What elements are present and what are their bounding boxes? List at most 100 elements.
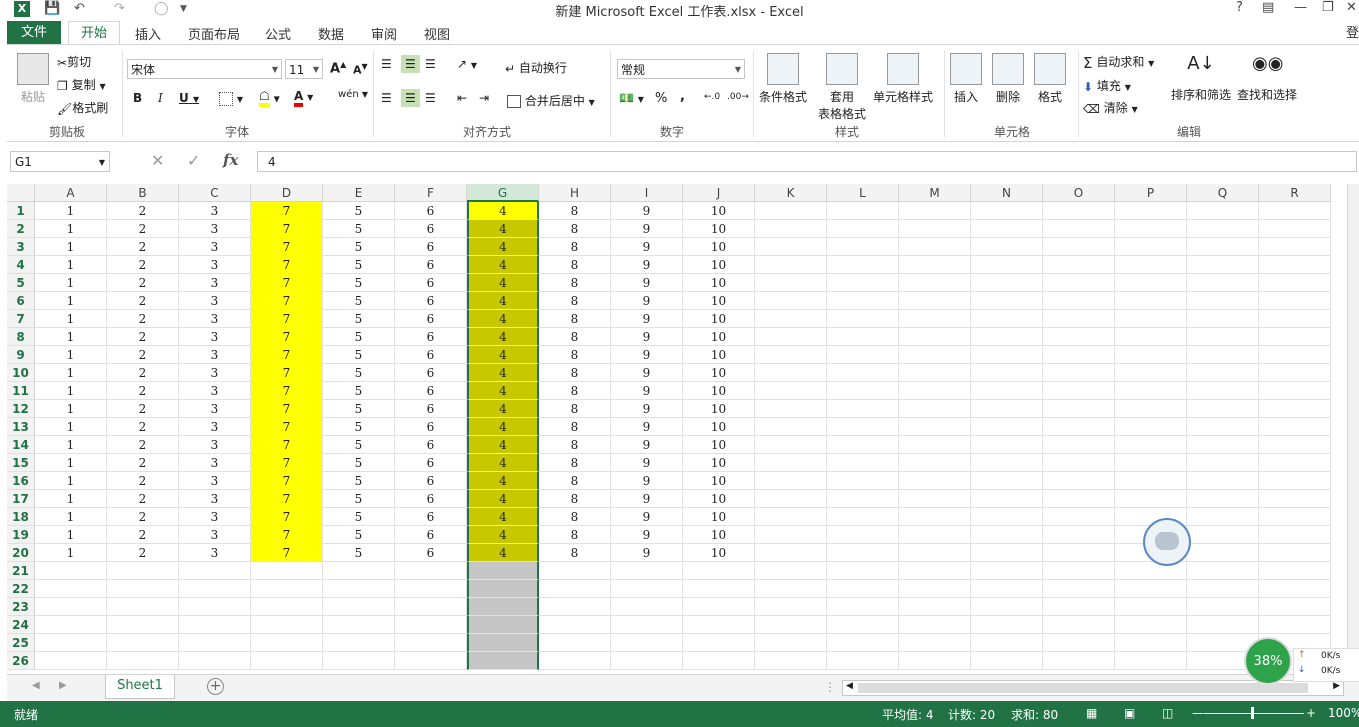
cell[interactable]: 7 [251, 454, 323, 472]
cell[interactable] [1115, 238, 1187, 256]
cell[interactable] [1259, 598, 1331, 616]
cell[interactable]: 5 [323, 292, 395, 310]
cell[interactable] [971, 544, 1043, 562]
cell[interactable] [1187, 382, 1259, 400]
grow-font-button[interactable]: A▲ [330, 60, 346, 76]
cell[interactable] [1259, 562, 1331, 580]
row-header[interactable]: 26 [7, 652, 35, 670]
align-center-icon[interactable]: ☰ [401, 89, 420, 107]
cell[interactable] [1115, 202, 1187, 220]
add-sheet-icon[interactable]: + [207, 678, 224, 695]
cell[interactable] [1043, 436, 1115, 454]
cell[interactable] [1043, 526, 1115, 544]
cell[interactable]: 7 [251, 382, 323, 400]
cell[interactable]: 10 [683, 346, 755, 364]
column-header[interactable]: R [1259, 184, 1331, 202]
cell[interactable]: 10 [683, 382, 755, 400]
network-percent-badge[interactable]: 38% [1244, 637, 1292, 685]
column-header[interactable]: J [683, 184, 755, 202]
cell[interactable] [971, 238, 1043, 256]
cell[interactable]: 6 [395, 508, 467, 526]
cell[interactable]: 5 [323, 382, 395, 400]
minimize-icon[interactable]: — [1294, 0, 1307, 15]
cell[interactable] [827, 472, 899, 490]
close-icon[interactable]: ✕ [1346, 0, 1357, 15]
cell[interactable] [1187, 364, 1259, 382]
copy-button[interactable]: ❐ 复制 ▼ [57, 76, 106, 93]
zoom-level[interactable]: 100% [1328, 706, 1359, 720]
cell[interactable]: 5 [323, 238, 395, 256]
cell[interactable] [755, 400, 827, 418]
cell[interactable]: 8 [539, 472, 611, 490]
column-header[interactable]: F [395, 184, 467, 202]
restore-icon[interactable]: ❐ [1322, 0, 1334, 15]
cell[interactable]: 5 [323, 490, 395, 508]
cell[interactable]: 4 [467, 256, 539, 274]
column-header[interactable]: O [1043, 184, 1115, 202]
column-header[interactable]: A [35, 184, 107, 202]
cell[interactable]: 6 [395, 346, 467, 364]
cell[interactable] [1259, 454, 1331, 472]
cell[interactable] [1043, 274, 1115, 292]
cell[interactable] [827, 652, 899, 670]
cell[interactable]: 9 [611, 328, 683, 346]
column-header[interactable]: E [323, 184, 395, 202]
cell[interactable] [827, 598, 899, 616]
row-header[interactable]: 17 [7, 490, 35, 508]
cell[interactable]: 6 [395, 436, 467, 454]
cell[interactable] [827, 292, 899, 310]
cell[interactable] [395, 580, 467, 598]
cell[interactable]: 1 [35, 256, 107, 274]
cell[interactable] [1115, 274, 1187, 292]
cell[interactable]: 9 [611, 418, 683, 436]
insert-cells-button[interactable]: 插入 [947, 53, 985, 105]
cell[interactable] [1043, 652, 1115, 670]
row-header[interactable]: 7 [7, 310, 35, 328]
cell[interactable] [1259, 202, 1331, 220]
cell[interactable] [1259, 310, 1331, 328]
cell[interactable] [251, 652, 323, 670]
row-header[interactable]: 2 [7, 220, 35, 238]
cell[interactable] [1043, 364, 1115, 382]
cell[interactable] [467, 616, 539, 634]
cell[interactable]: 3 [179, 310, 251, 328]
tab-insert[interactable]: 插入 [135, 24, 161, 43]
cell[interactable] [251, 598, 323, 616]
cell[interactable] [899, 526, 971, 544]
cell[interactable] [1115, 454, 1187, 472]
cell[interactable] [251, 580, 323, 598]
cell[interactable]: 5 [323, 400, 395, 418]
cell[interactable]: 7 [251, 508, 323, 526]
cell[interactable] [1187, 274, 1259, 292]
cell[interactable]: 6 [395, 418, 467, 436]
cell[interactable] [251, 616, 323, 634]
cell[interactable] [1043, 400, 1115, 418]
cancel-icon[interactable]: ✕ [151, 151, 164, 170]
cell[interactable] [1043, 490, 1115, 508]
cell[interactable] [1043, 598, 1115, 616]
cell[interactable] [1043, 346, 1115, 364]
cell[interactable] [899, 328, 971, 346]
cell[interactable]: 2 [107, 238, 179, 256]
cell[interactable] [107, 634, 179, 652]
font-name-select[interactable]: 宋体 ▼ [127, 59, 282, 79]
cell[interactable] [755, 544, 827, 562]
cell[interactable] [1115, 364, 1187, 382]
cell[interactable] [827, 364, 899, 382]
cell[interactable] [1259, 346, 1331, 364]
cell[interactable]: 4 [467, 544, 539, 562]
cell[interactable]: 10 [683, 418, 755, 436]
cell[interactable]: 6 [395, 220, 467, 238]
cell[interactable]: 9 [611, 382, 683, 400]
cell[interactable] [755, 382, 827, 400]
cell[interactable] [899, 310, 971, 328]
cell[interactable] [899, 652, 971, 670]
cell[interactable] [971, 616, 1043, 634]
row-header[interactable]: 3 [7, 238, 35, 256]
row-header[interactable]: 24 [7, 616, 35, 634]
cell[interactable] [827, 400, 899, 418]
cell[interactable]: 3 [179, 382, 251, 400]
shrink-font-button[interactable]: A▼ [353, 62, 368, 77]
cell[interactable]: 3 [179, 508, 251, 526]
cell[interactable] [1259, 490, 1331, 508]
